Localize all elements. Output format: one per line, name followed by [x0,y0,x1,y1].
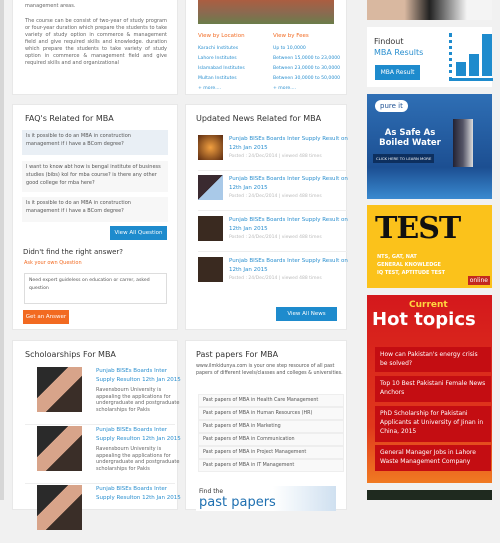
test-ad-lines: NTS, GAT, NAT GENERAL KNOWLEDGE IQ TEST,… [377,253,445,277]
scholarships-card: Scholoarships For MBA Punjab BISEs Board… [12,340,181,530]
news-thumbnail [198,257,223,282]
find-past-papers-banner[interactable]: Find the past papers [196,486,336,511]
news-meta: Posted : 24/Dec/2014 | viewed 488 times [229,235,322,240]
findout-text: Findout [374,37,404,46]
hot-topics-panel: Current Hot topics How can Pakistan's en… [367,295,492,483]
fees-list: Up to 10,0000 Between 15,0000 to 23,0000… [273,44,340,94]
banner-big-text: past papers [199,495,276,510]
intro-card: management areas. The course can be cons… [12,0,178,95]
ask-title: Didn't find the right answer? [23,248,124,256]
mba-result-button[interactable]: MBA Result [375,65,420,80]
water-ad-headline: As Safe As Boiled Water [379,128,441,148]
fees-link[interactable]: Between 15,0000 to 23,0000 [273,54,340,64]
faq-item[interactable]: Is it possible to do an MBA in construct… [22,130,168,155]
news-link[interactable]: Punjab BISEs Boards Inter Supply Result … [229,175,349,193]
scholarship-desc: Ravensbourn University is appealing the … [96,387,180,413]
news-thumbnail [198,216,223,241]
institutes-card: View by Location View by Fees Karachi In… [185,0,347,95]
scholarship-thumbnail [37,485,82,530]
news-link[interactable]: Punjab BISEs Boards Inter Supply Result … [229,135,349,153]
view-all-question-button[interactable]: View All Question [110,226,167,240]
bottom-ad[interactable] [367,490,492,500]
hand-image [367,0,492,20]
news-link[interactable]: Punjab BISEs Boards Inter Supply Result … [229,216,349,234]
news-item[interactable]: Punjab BISEs Boards Inter Supply Result … [198,216,348,252]
fees-link[interactable]: Up to 10,0000 [273,44,340,54]
intro-text: The course can be consist of two-year of… [25,18,167,66]
findout-ad[interactable]: Findout MBA Results MBA Result [367,27,493,87]
scholarship-thumbnail [37,367,82,412]
hot-topic-link[interactable]: How can Pakistan's energy crisis be solv… [375,347,491,372]
hot-topic-link[interactable]: PhD Scholarship for Pakistani Applicants… [375,406,491,442]
scholarship-thumbnail [37,426,82,471]
scholarship-item[interactable]: Punjab BISEs Boards Inter Supply Resulto… [25,485,181,543]
location-list: Karachi Institutes Lahore Institutes Isl… [198,44,245,94]
scholarship-item[interactable]: Punjab BISEs Boards Inter Supply Resulto… [25,426,181,484]
test-ad-line: NTS, GAT, NAT [377,254,417,260]
scholarships-title: Scholoarships For MBA [25,350,116,359]
more-locations-link[interactable]: + more.... [198,84,245,94]
get-answer-button[interactable]: Get an Answer [23,310,69,324]
scholarship-item[interactable]: Punjab BISEs Boards Inter Supply Resulto… [25,367,181,425]
fees-link[interactable]: Between 23,0000 to 30,0000 [273,64,340,74]
hot-topic-link[interactable]: General Manager Jobs in Lahore Waste Man… [375,445,491,471]
pastpaper-link[interactable]: Past papers of MBA in Marketing [198,420,344,433]
water-ad-cta[interactable]: CLICK HERE TO LEARN MORE [373,154,435,163]
pastpaper-link[interactable]: Past papers of MBA in Project Management [198,446,344,459]
pastpapers-desc: www.ilmkidunya.com is your one step reso… [196,364,343,376]
hot-topic-link[interactable]: Top 10 Best Pakistani Female News Anchor… [375,376,491,402]
news-meta: Posted : 24/Dec/2014 | viewed 488 times [229,276,322,281]
water-ad-brand: pure it [375,100,408,112]
pastpaper-link[interactable]: Past papers of MBA in Communication [198,433,344,446]
news-card: Updated News Related for MBA Punjab BISE… [185,104,348,330]
news-title: Updated News Related for MBA [196,114,322,123]
test-ad-line: IQ TEST, APTITUDE TEST [377,270,446,276]
news-thumbnail [198,175,223,200]
pastpapers-card: Past papers For MBA www.ilmkidunya.com i… [185,340,347,511]
location-link[interactable]: Multan Institutes [198,74,245,84]
faq-card: FAQ's Related for MBA Is it possible to … [12,104,178,330]
scholarship-link[interactable]: Punjab BISEs Boards Inter Supply Resulto… [96,426,181,444]
view-by-location-title: View by Location [198,33,245,39]
location-link[interactable]: Karachi Institutes [198,44,245,54]
more-fees-link[interactable]: + more.... [273,84,340,94]
online-badge: online [467,276,490,285]
pastpaper-link[interactable]: Past papers of MBA in IT Management [198,459,344,472]
scholarship-link[interactable]: Punjab BISEs Boards Inter Supply Resulto… [96,485,181,503]
mba-results-text: MBA Results [374,48,424,57]
faq-title: FAQ's Related for MBA [25,114,114,123]
fees-link[interactable]: Between 30,0000 to 50,0000 [273,74,340,84]
view-all-news-button[interactable]: View All News [276,307,337,321]
campus-image [198,0,334,24]
news-item[interactable]: Punjab BISEs Boards Inter Supply Result … [198,257,348,293]
news-link[interactable]: Punjab BISEs Boards Inter Supply Result … [229,257,349,275]
scholarship-link[interactable]: Punjab BISEs Boards Inter Supply Resulto… [96,367,181,385]
scholarship-desc: Ravensbourn University is appealing the … [96,446,180,472]
news-meta: Posted : 24/Dec/2014 | viewed 488 times [229,154,322,159]
news-item[interactable]: Punjab BISEs Boards Inter Supply Result … [198,135,348,171]
location-link[interactable]: Islamabad Institutes [198,64,245,74]
faq-item[interactable]: I want to know abt how is bengal institu… [22,161,168,192]
pastpaper-link[interactable]: Past papers of MBA in Health Care Manage… [198,394,344,407]
location-link[interactable]: Lahore Institutes [198,54,245,64]
test-ad-headline: TEST [375,211,461,246]
view-by-fees-title: View by Fees [273,33,309,39]
banner-small-text: Find the [199,488,224,495]
question-textarea[interactable]: Need expert guideless on education or ca… [24,273,167,304]
pastpapers-title: Past papers For MBA [196,350,279,359]
page-edge [0,0,4,500]
intro-text-tail: management areas. [25,3,76,9]
news-thumbnail [198,135,223,160]
purifier-image [453,119,473,167]
water-ad[interactable]: pure it As Safe As Boiled Water CLICK HE… [367,94,492,199]
news-meta: Posted : 24/Dec/2014 | viewed 488 times [229,194,322,199]
test-ad-line: GENERAL KNOWLEDGE [377,262,441,268]
ask-question-link[interactable]: Ask your own Question [24,260,82,266]
test-ad[interactable]: TEST NTS, GAT, NAT GENERAL KNOWLEDGE IQ … [367,205,492,288]
news-item[interactable]: Punjab BISEs Boards Inter Supply Result … [198,175,348,211]
bar-chart-icon [449,33,493,81]
pastpaper-link[interactable]: Past papers of MBA in Human Resources (H… [198,407,344,420]
hot-topics-title: Hot topics [372,309,476,330]
faq-item[interactable]: Is it possible to do an MBA in construct… [22,197,168,222]
